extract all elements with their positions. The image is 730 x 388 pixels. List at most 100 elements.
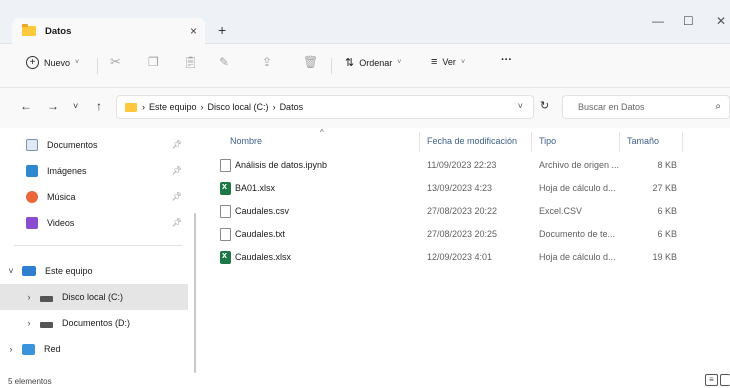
sidebar-item-label: Videos (47, 218, 75, 228)
sort-icon: ⇅ (345, 57, 355, 69)
chevron-down-icon: ˅ (397, 59, 402, 66)
title-bar: Datos × + — ☐ ✕ (0, 0, 730, 44)
delete-icon[interactable]: 🗑︎ (303, 55, 318, 69)
file-size: 6 KB (657, 206, 677, 216)
column-header-size[interactable]: Tamaño (627, 136, 659, 146)
sidebar-item-label: Música (47, 192, 76, 202)
sidebar-item-documentos-d[interactable]: › Documentos (D:) (0, 310, 188, 336)
column-header-date[interactable]: Fecha de modificación (427, 136, 517, 146)
sidebar-item-imagenes[interactable]: Imágenes 📌︎ (0, 158, 188, 184)
network-icon (22, 343, 35, 355)
file-name: BA01.xlsx (235, 183, 276, 193)
view-button[interactable]: ≡ Ver ˅ (431, 56, 465, 68)
back-button[interactable]: ← (20, 99, 32, 113)
chevron-right-icon[interactable]: › (22, 318, 36, 328)
close-tab-icon[interactable]: × (190, 24, 197, 38)
file-row[interactable]: BA01.xlsx 13/09/2023 4:23 Hoja de cálcul… (200, 178, 730, 201)
excel-icon (220, 250, 231, 264)
tab-datos[interactable]: Datos × (12, 18, 205, 44)
recent-locations-button[interactable]: ˅ (73, 101, 78, 111)
column-divider[interactable] (419, 132, 420, 152)
sidebar-item-videos[interactable]: Videos 📌︎ (0, 210, 188, 236)
breadcrumb-datos[interactable]: Datos (280, 102, 304, 112)
sort-ascending-icon: ^ (320, 128, 324, 137)
search-placeholder: Buscar en Datos (578, 102, 645, 112)
documents-icon (26, 139, 38, 151)
column-header-name[interactable]: Nombre (230, 136, 262, 146)
file-row[interactable]: Caudales.txt 27/08/2023 20:25 Documento … (200, 224, 730, 247)
column-header-type[interactable]: Tipo (539, 136, 556, 146)
address-bar[interactable]: › Este equipo › Disco local (C:) › Datos… (116, 95, 534, 119)
forward-button[interactable]: → (47, 99, 59, 113)
pin-icon[interactable]: 📌︎ (172, 192, 182, 201)
file-date: 27/08/2023 20:25 (427, 229, 498, 239)
item-count: 5 elementos (8, 377, 52, 386)
new-button[interactable]: + Nuevo ˅ (26, 56, 79, 69)
file-date: 27/08/2023 20:22 (427, 206, 498, 216)
pin-icon[interactable]: 📌︎ (172, 218, 182, 227)
sidebar-item-musica[interactable]: Música 📌︎ (0, 184, 188, 210)
file-type: Documento de te... (539, 229, 616, 239)
chevron-down-icon[interactable]: ˅ (4, 266, 18, 276)
share-icon[interactable]: ⇪ (262, 55, 272, 69)
sort-button[interactable]: ⇅ Ordenar ˅ (345, 56, 401, 69)
rename-icon[interactable]: ✎ (219, 55, 229, 69)
breadcrumb-disco-local[interactable]: Disco local (C:) (208, 102, 269, 112)
refresh-button[interactable]: ↻ (540, 99, 549, 112)
view-icon: ≡ (431, 56, 438, 68)
up-button[interactable]: ↑ (96, 99, 102, 113)
more-options-button[interactable]: ··· (501, 54, 512, 66)
breadcrumb-separator: › (272, 102, 276, 112)
document-icon (220, 159, 231, 172)
file-type: Hoja de cálculo d... (539, 183, 616, 193)
pin-icon[interactable]: 📌︎ (172, 140, 182, 149)
file-date: 11/09/2023 22:23 (427, 160, 497, 170)
sidebar-item-label: Documentos (47, 140, 98, 150)
tab-title: Datos (45, 25, 72, 37)
pin-icon[interactable]: 📌︎ (172, 166, 182, 175)
file-name: Caudales.txt (235, 229, 286, 239)
toolbar-divider (331, 58, 332, 74)
breadcrumb-este-equipo[interactable]: Este equipo (149, 102, 197, 112)
sidebar-item-este-equipo[interactable]: ˅ Este equipo (0, 258, 188, 284)
paste-icon[interactable]: 📋︎ (183, 55, 198, 69)
maximize-button[interactable]: ☐ (683, 14, 694, 28)
folder-icon (22, 24, 36, 36)
copy-icon[interactable]: ❐ (148, 55, 159, 69)
pictures-icon (26, 165, 38, 177)
document-icon (220, 205, 231, 218)
close-window-button[interactable]: ✕ (716, 14, 726, 28)
nav-scrollbar[interactable] (194, 213, 196, 373)
address-dropdown-icon[interactable]: ˅ (518, 101, 523, 111)
column-header-label: Nombre (230, 136, 263, 146)
minimize-button[interactable]: — (652, 14, 664, 28)
sidebar-item-label: Disco local (C:) (62, 292, 124, 302)
document-icon (220, 228, 231, 241)
file-row[interactable]: Caudales.xlsx 12/09/2023 4:01 Hoja de cá… (200, 247, 730, 270)
search-input[interactable]: Buscar en Datos ⌕ (562, 95, 730, 119)
file-size: 19 KB (652, 252, 677, 262)
sidebar-item-red[interactable]: › Red (0, 336, 188, 362)
sidebar-item-disco-local[interactable]: › Disco local (C:) (0, 284, 188, 310)
column-divider[interactable] (619, 132, 620, 152)
new-tab-button[interactable]: + (218, 22, 226, 38)
column-divider[interactable] (682, 132, 683, 152)
sidebar-item-label: Documentos (D:) (62, 318, 131, 328)
details-view-button[interactable]: ≡ (705, 374, 718, 386)
view-label: Ver (442, 57, 456, 67)
file-row[interactable]: Caudales.csv 27/08/2023 20:22 Excel.CSV … (200, 201, 730, 224)
sort-label: Ordenar (359, 57, 393, 68)
sidebar-item-label: Imágenes (47, 166, 87, 176)
column-divider[interactable] (531, 132, 532, 152)
excel-icon (220, 181, 231, 195)
file-row[interactable]: Análisis de datos.ipynb 11/09/2023 22:23… (200, 155, 730, 178)
videos-icon (26, 217, 38, 229)
breadcrumb-separator: › (200, 102, 204, 112)
computer-icon (22, 266, 36, 276)
tiles-view-button[interactable] (720, 374, 730, 386)
sidebar-item-documentos[interactable]: Documentos 📌︎ (0, 132, 188, 158)
chevron-right-icon[interactable]: › (22, 292, 36, 302)
chevron-right-icon[interactable]: › (4, 344, 18, 354)
folder-icon (125, 102, 137, 112)
cut-icon[interactable]: ✂ (110, 54, 121, 70)
